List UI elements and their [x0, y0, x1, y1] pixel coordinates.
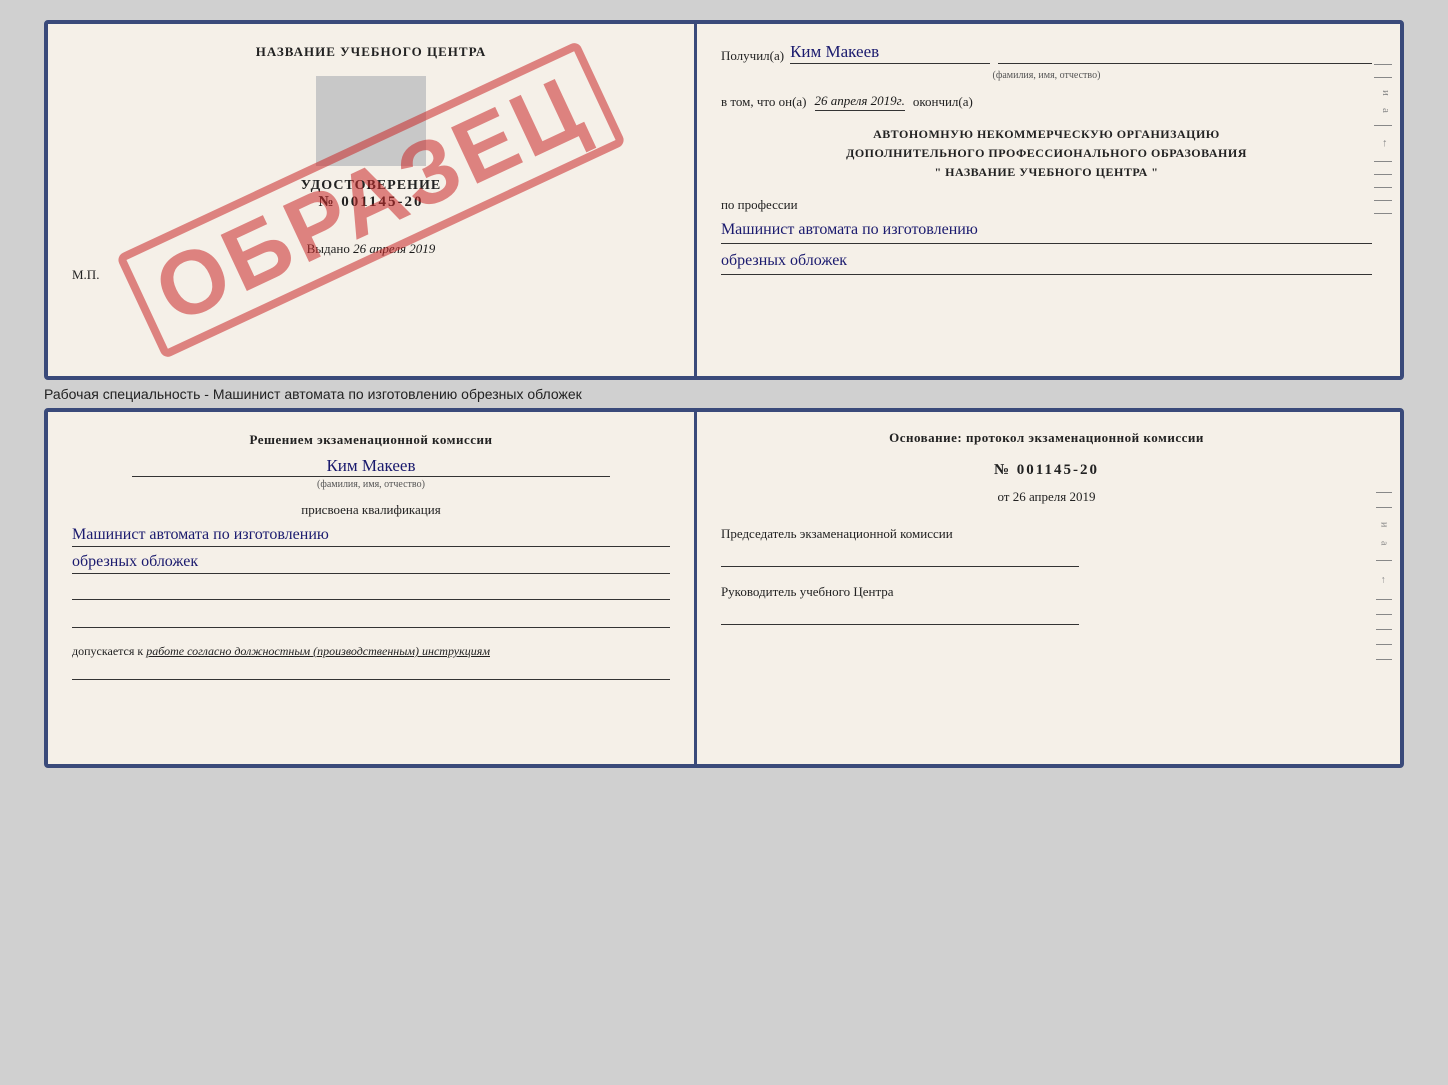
empty-line-3 [72, 660, 670, 680]
side-dash-1 [1374, 64, 1392, 65]
dopusk-prefix: допускается к [72, 644, 143, 658]
document-wrapper: НАЗВАНИЕ УЧЕБНОГО ЦЕНТРА УДОСТОВЕРЕНИЕ №… [44, 20, 1404, 768]
side-dash-4 [1374, 161, 1392, 162]
empty-line-2 [72, 608, 670, 628]
dash-line [998, 63, 1372, 64]
side-dash-6 [1374, 187, 1392, 188]
org-block: АВТОНОМНУЮ НЕКОММЕРЧЕСКУЮ ОРГАНИЗАЦИЮ ДО… [721, 125, 1372, 183]
side-dash-2 [1374, 77, 1392, 78]
org-line3: " НАЗВАНИЕ УЧЕБНОГО ЦЕНТРА " [721, 163, 1372, 182]
rsm-dash-6 [1376, 629, 1392, 630]
side-letter-a: а [1374, 108, 1392, 113]
kvalif-line1: Машинист автомата по изготовлению [72, 526, 670, 547]
right-side-marks: и а ← [1376, 492, 1392, 660]
specialty-label: Рабочая специальность - Машинист автомат… [44, 380, 1404, 408]
protocol-number: № 001145-20 [721, 462, 1372, 479]
vydano-date: 26 апреля 2019 [353, 241, 435, 256]
vydano-line: Выдано 26 апреля 2019 [72, 241, 670, 257]
photo-placeholder [316, 76, 426, 166]
fio-sub-top: (фамилия, имя, отчество) [721, 70, 1372, 81]
side-letter-i: и [1374, 90, 1392, 96]
ot-prefix: от [997, 489, 1009, 504]
vydano-label: Выдано [307, 241, 350, 256]
predsedatel-signature-line [721, 549, 1079, 567]
dopuskaetsya-text: допускается к работе согласно должностны… [72, 642, 670, 660]
top-certificate: НАЗВАНИЕ УЧЕБНОГО ЦЕНТРА УДОСТОВЕРЕНИЕ №… [44, 20, 1404, 380]
side-dash-7 [1374, 200, 1392, 201]
fio-sub-bottom: (фамилия, имя, отчество) [72, 479, 670, 490]
top-left-title: НАЗВАНИЕ УЧЕБНОГО ЦЕНТРА [72, 44, 670, 60]
po-professii: по профессии [721, 197, 1372, 213]
side-marks: и а ← [1374, 64, 1392, 214]
rsm-dash-8 [1376, 659, 1392, 660]
mp-line: М.П. [72, 267, 670, 283]
dopusk-text: работе согласно должностным (производств… [146, 644, 490, 658]
udostoverenie-label: УДОСТОВЕРЕНИЕ [72, 178, 670, 194]
osnovanie-label: Основание: протокол экзаменационной коми… [721, 430, 1372, 446]
profession-line1: Машинист автомата по изготовлению [721, 219, 1372, 244]
rsm-arrow: ← [1378, 575, 1389, 585]
udostoverenie-number: № 001145-20 [72, 194, 670, 211]
poluchil-row: Получил(а) Ким Макеев [721, 42, 1372, 64]
rsm-dash-4 [1376, 599, 1392, 600]
poluchil-label: Получил(а) [721, 48, 784, 64]
top-cert-right: Получил(а) Ким Макеев (фамилия, имя, отч… [697, 24, 1400, 376]
org-line2: ДОПОЛНИТЕЛЬНОГО ПРОФЕССИОНАЛЬНОГО ОБРАЗО… [721, 144, 1372, 163]
rsm-dash-2 [1376, 507, 1392, 508]
rsm-i: и [1378, 522, 1389, 527]
side-dash-5 [1374, 174, 1392, 175]
profession-line2: обрезных обложек [721, 250, 1372, 275]
resheniem-label: Решением экзаменационной комиссии [72, 432, 670, 448]
side-letter-arrow: ← [1374, 138, 1392, 149]
side-dash-3 [1374, 125, 1392, 126]
bottom-certificate: Решением экзаменационной комиссии Ким Ма… [44, 408, 1404, 768]
bottom-cert-left: Решением экзаменационной комиссии Ким Ма… [48, 412, 697, 764]
rsm-dash-3 [1376, 560, 1392, 561]
rukovoditel-label: Руководитель учебного Центра [721, 583, 1372, 601]
bottom-cert-right: Основание: протокол экзаменационной коми… [697, 412, 1400, 764]
prisvoena-label: присвоена квалификация [72, 502, 670, 518]
komissia-name: Ким Макеев [132, 456, 610, 477]
rsm-dash-7 [1376, 644, 1392, 645]
empty-line-1 [72, 580, 670, 600]
vtom-date: 26 апреля 2019г. [815, 93, 905, 111]
top-cert-left: НАЗВАНИЕ УЧЕБНОГО ЦЕНТРА УДОСТОВЕРЕНИЕ №… [48, 24, 697, 376]
ot-date: от 26 апреля 2019 [721, 489, 1372, 505]
side-dash-8 [1374, 213, 1392, 214]
org-line1: АВТОНОМНУЮ НЕКОММЕРЧЕСКУЮ ОРГАНИЗАЦИЮ [721, 125, 1372, 144]
kvalif-line2: обрезных обложек [72, 553, 670, 574]
rukovoditel-block: Руководитель учебного Центра [721, 583, 1372, 625]
vtom-row: в том, что он(а) 26 апреля 2019г. окончи… [721, 93, 1372, 111]
poluchil-name: Ким Макеев [790, 42, 990, 64]
rsm-dash-5 [1376, 614, 1392, 615]
vtom-label: в том, что он(а) [721, 94, 807, 110]
rukovoditel-signature-line [721, 607, 1079, 625]
predsedatel-label: Председатель экзаменационной комиссии [721, 525, 1372, 543]
rsm-a: а [1378, 541, 1389, 545]
rsm-dash-1 [1376, 492, 1392, 493]
predsedatel-block: Председатель экзаменационной комиссии [721, 525, 1372, 567]
udostoverenie-block: УДОСТОВЕРЕНИЕ № 001145-20 [72, 178, 670, 211]
ot-date-value: 26 апреля 2019 [1013, 489, 1096, 504]
okonchil-label: окончил(а) [913, 94, 973, 110]
